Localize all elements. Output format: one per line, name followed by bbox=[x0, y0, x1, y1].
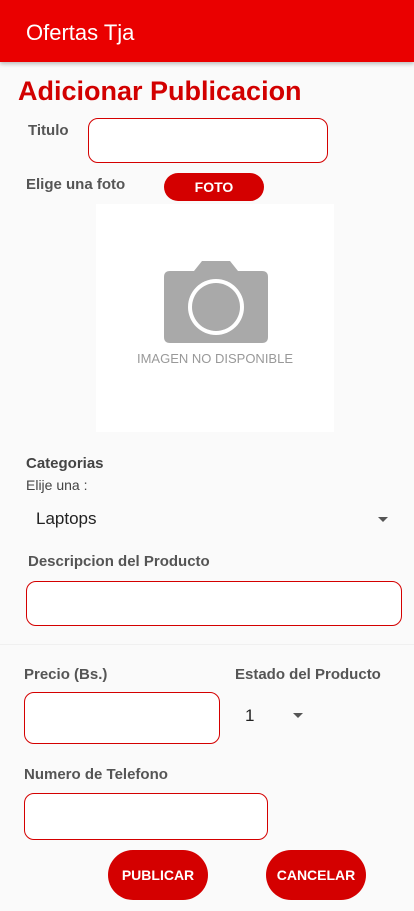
app-title: Ofertas Tja bbox=[26, 20, 135, 45]
categoria-selected-value: Laptops bbox=[36, 509, 97, 528]
foto-button[interactable]: FOTO bbox=[164, 173, 264, 201]
telefono-input[interactable] bbox=[24, 793, 268, 840]
page-title: Adicionar Publicacion bbox=[18, 76, 302, 106]
camera-icon bbox=[164, 261, 268, 343]
section-divider bbox=[0, 644, 414, 645]
categorias-label: Categorias bbox=[26, 455, 104, 472]
estado-select[interactable]: 1 bbox=[236, 700, 326, 730]
estado-selected-value: 1 bbox=[245, 706, 255, 725]
app-bar: Ofertas Tja bbox=[0, 0, 414, 62]
image-placeholder[interactable]: IMAGEN NO DISPONIBLE bbox=[96, 204, 334, 432]
telefono-label: Numero de Telefono bbox=[24, 766, 168, 783]
estado-label: Estado del Producto bbox=[235, 666, 381, 683]
categorias-hint: Elije una : bbox=[26, 477, 88, 493]
foto-label: Elige una foto bbox=[26, 176, 126, 193]
publicar-button[interactable]: PUBLICAR bbox=[108, 850, 208, 900]
precio-label: Precio (Bs.) bbox=[24, 666, 108, 683]
chevron-down-icon bbox=[378, 517, 388, 522]
image-placeholder-text: IMAGEN NO DISPONIBLE bbox=[136, 351, 294, 366]
chevron-down-icon bbox=[293, 713, 303, 718]
titulo-label: Titulo bbox=[28, 122, 69, 139]
precio-input[interactable] bbox=[24, 692, 220, 744]
cancelar-button[interactable]: CANCELAR bbox=[266, 850, 366, 900]
categoria-select[interactable]: Laptops bbox=[26, 505, 396, 533]
titulo-input[interactable] bbox=[88, 118, 328, 163]
descripcion-input[interactable] bbox=[26, 581, 402, 626]
descripcion-label: Descripcion del Producto bbox=[28, 553, 210, 570]
